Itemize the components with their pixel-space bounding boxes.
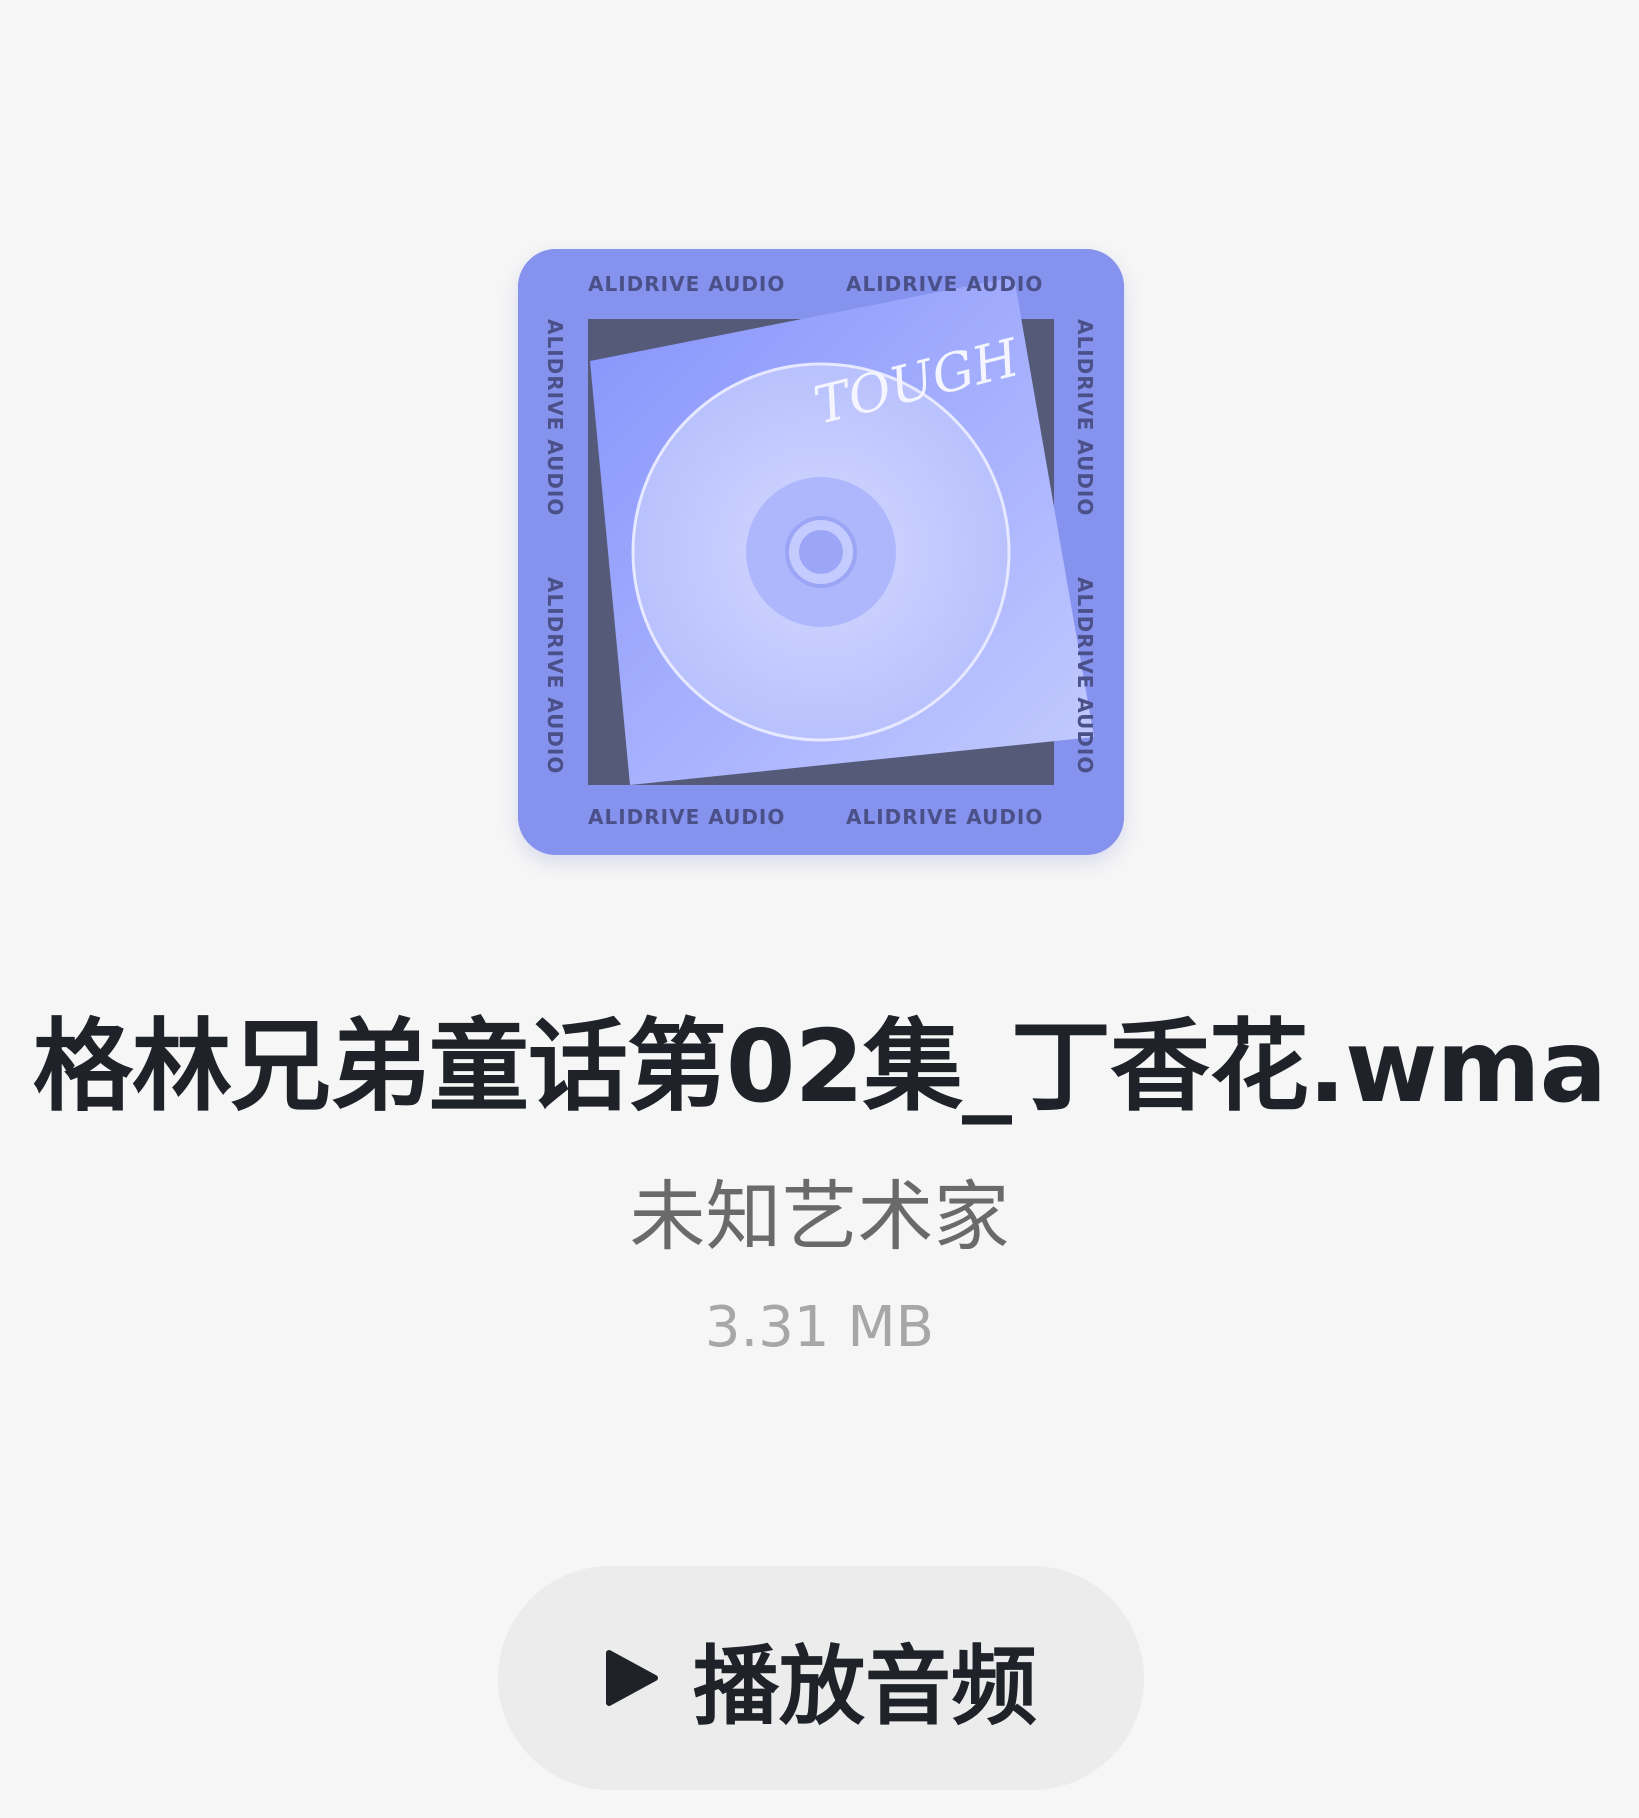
- cover-brand-bottom-right: ALIDRIVE AUDIO: [846, 805, 1043, 829]
- play-audio-button[interactable]: 播放音频: [498, 1566, 1144, 1790]
- track-title: 格林兄弟童话第02集_丁香花.wma: [32, 1008, 1607, 1125]
- cover-brand-top-right: ALIDRIVE AUDIO: [846, 272, 1043, 296]
- cover-brand-bottom-left: ALIDRIVE AUDIO: [588, 805, 785, 829]
- audio-preview-page: TOUGH ALIDRIVE AUDIO ALIDRIVE AUDIO ALID…: [0, 0, 1639, 1818]
- cover-brand-left-top: ALIDRIVE AUDIO: [543, 319, 567, 516]
- play-audio-label: 播放音频: [693, 1636, 1037, 1737]
- album-cover: TOUGH ALIDRIVE AUDIO ALIDRIVE AUDIO ALID…: [518, 249, 1124, 855]
- cover-brand-right-bottom: ALIDRIVE AUDIO: [1073, 577, 1097, 774]
- album-cover-art: TOUGH ALIDRIVE AUDIO ALIDRIVE AUDIO ALID…: [518, 249, 1124, 855]
- file-size: 3.31 MB: [704, 1295, 935, 1360]
- track-artist: 未知艺术家: [629, 1172, 1010, 1261]
- cover-brand-right-top: ALIDRIVE AUDIO: [1073, 319, 1097, 516]
- cover-brand-left-bottom: ALIDRIVE AUDIO: [543, 577, 567, 774]
- cover-brand-top-left: ALIDRIVE AUDIO: [588, 272, 785, 296]
- play-icon: [605, 1649, 659, 1707]
